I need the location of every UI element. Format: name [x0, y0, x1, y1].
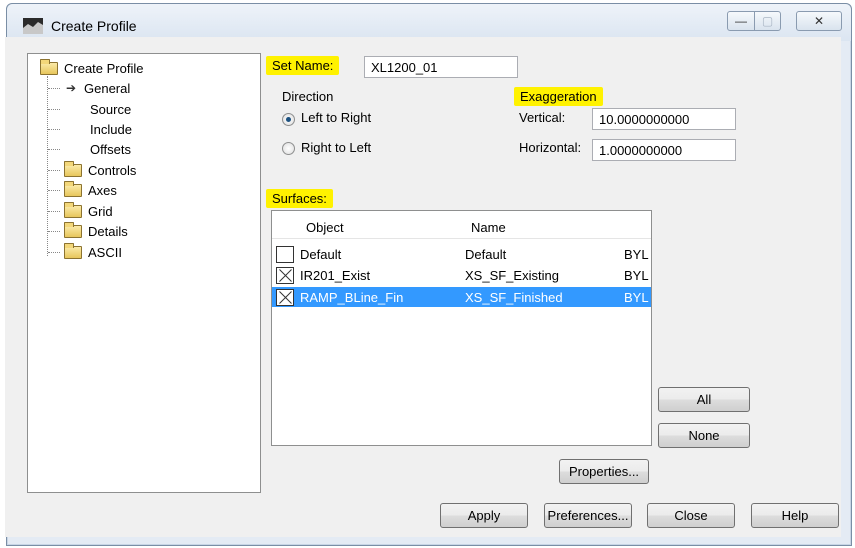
tree-item-label: Details	[88, 223, 128, 239]
tree-item-ascii[interactable]: ASCII	[64, 242, 122, 261]
surface-extra: BYL	[624, 247, 649, 262]
tree-item-label: Offsets	[90, 141, 131, 157]
radio-right-to-left-label[interactable]: Right to Left	[301, 140, 371, 155]
help-button[interactable]: Help	[751, 503, 839, 528]
minimize-icon: —	[735, 14, 747, 28]
surface-object: Default	[300, 247, 342, 262]
surface-extra: BYL	[624, 290, 649, 305]
column-header-name[interactable]: Name	[471, 220, 506, 235]
tree-item-label: General	[84, 80, 131, 96]
folder-icon	[64, 160, 82, 177]
surface-checkbox[interactable]	[276, 289, 294, 306]
tree-item-details[interactable]: Details	[64, 221, 128, 240]
vertical-exaggeration-input[interactable]: 10.0000000000	[592, 108, 736, 130]
set-name-input[interactable]: XL1200_01	[364, 56, 518, 78]
tree-item-axes[interactable]: Axes	[64, 180, 117, 199]
radio-left-to-right[interactable]	[282, 113, 295, 126]
all-button[interactable]: All	[658, 387, 750, 412]
close-icon: ✕	[813, 14, 825, 28]
tree-root-create-profile[interactable]: Create Profile	[40, 58, 144, 77]
surface-name: Default	[465, 247, 507, 262]
profile-app-icon	[23, 18, 43, 34]
tree-item-label: Axes	[88, 182, 117, 198]
radio-right-to-left[interactable]	[282, 142, 295, 155]
tree-branch	[48, 190, 60, 191]
direction-label: Direction	[282, 89, 334, 104]
minimize-button[interactable]: —	[727, 11, 755, 31]
tree-branch	[48, 109, 60, 110]
tree-branch	[48, 149, 60, 150]
tree-item-label: ASCII	[88, 244, 122, 260]
tree-branch	[48, 231, 60, 232]
close-button[interactable]: Close	[647, 503, 735, 528]
surface-checkbox[interactable]	[276, 246, 294, 263]
tree-connector	[47, 76, 48, 256]
tree-item-general[interactable]: ➔ General	[66, 79, 130, 97]
tree-item-offsets[interactable]: Offsets	[90, 140, 131, 158]
radio-left-to-right-label[interactable]: Left to Right	[301, 110, 371, 125]
column-header-object[interactable]: Object	[306, 220, 344, 235]
surface-name: XS_SF_Finished	[465, 290, 563, 305]
surface-extra: BYL	[624, 268, 649, 283]
surface-checkbox[interactable]	[276, 267, 294, 284]
close-window-button[interactable]: ✕	[796, 11, 842, 31]
maximize-icon: ▢	[761, 14, 774, 28]
surfaces-list[interactable]: Object Name Default Default BYL IR201_Ex…	[271, 210, 652, 446]
surface-object: RAMP_BLine_Fin	[300, 290, 404, 305]
tree-item-controls[interactable]: Controls	[64, 160, 137, 179]
tree-branch	[48, 211, 60, 212]
vertical-label: Vertical:	[519, 110, 566, 125]
tree-item-label: Include	[90, 121, 132, 137]
horizontal-exaggeration-input[interactable]: 1.0000000000	[592, 139, 736, 161]
set-name-label: Set Name:	[266, 56, 340, 75]
surface-name: XS_SF_Existing	[465, 268, 559, 283]
none-button[interactable]: None	[658, 423, 750, 448]
folder-icon	[64, 242, 82, 259]
tree-item-grid[interactable]: Grid	[64, 201, 113, 220]
tree-branch	[48, 170, 60, 171]
properties-button[interactable]: Properties...	[559, 459, 649, 484]
table-row[interactable]: Default Default BYL	[272, 244, 651, 264]
folder-open-icon	[40, 58, 58, 75]
folder-icon	[64, 180, 82, 197]
arrow-right-icon: ➔	[66, 81, 77, 95]
exaggeration-label: Exaggeration	[514, 87, 603, 106]
maximize-button[interactable]: ▢	[754, 11, 781, 31]
window-title: Create Profile	[51, 18, 137, 34]
preferences-button[interactable]: Preferences...	[544, 503, 632, 528]
surfaces-list-header: Object Name	[272, 211, 651, 239]
surface-object: IR201_Exist	[300, 268, 371, 283]
title-bar[interactable]: Create Profile — ▢ ✕	[7, 4, 851, 41]
folder-icon	[64, 201, 82, 218]
tree-branch	[48, 129, 60, 130]
surfaces-label: Surfaces:	[266, 189, 333, 208]
table-row[interactable]: IR201_Exist XS_SF_Existing BYL	[272, 265, 651, 285]
tree-item-include[interactable]: Include	[90, 120, 132, 138]
navigation-tree[interactable]: Create Profile ➔ General Source Include …	[27, 53, 261, 493]
table-row-selected[interactable]: RAMP_BLine_Fin XS_SF_Finished BYL	[272, 287, 651, 307]
tree-item-label: Source	[90, 101, 132, 117]
apply-button[interactable]: Apply	[440, 503, 528, 528]
tree-item-source[interactable]: Source	[90, 100, 131, 118]
tree-root-label: Create Profile	[64, 60, 144, 76]
horizontal-label: Horizontal:	[519, 140, 582, 155]
tree-item-label: Controls	[88, 162, 137, 178]
folder-icon	[64, 221, 82, 238]
tree-branch	[48, 88, 60, 89]
tree-branch	[48, 252, 60, 253]
tree-item-label: Grid	[88, 203, 113, 219]
